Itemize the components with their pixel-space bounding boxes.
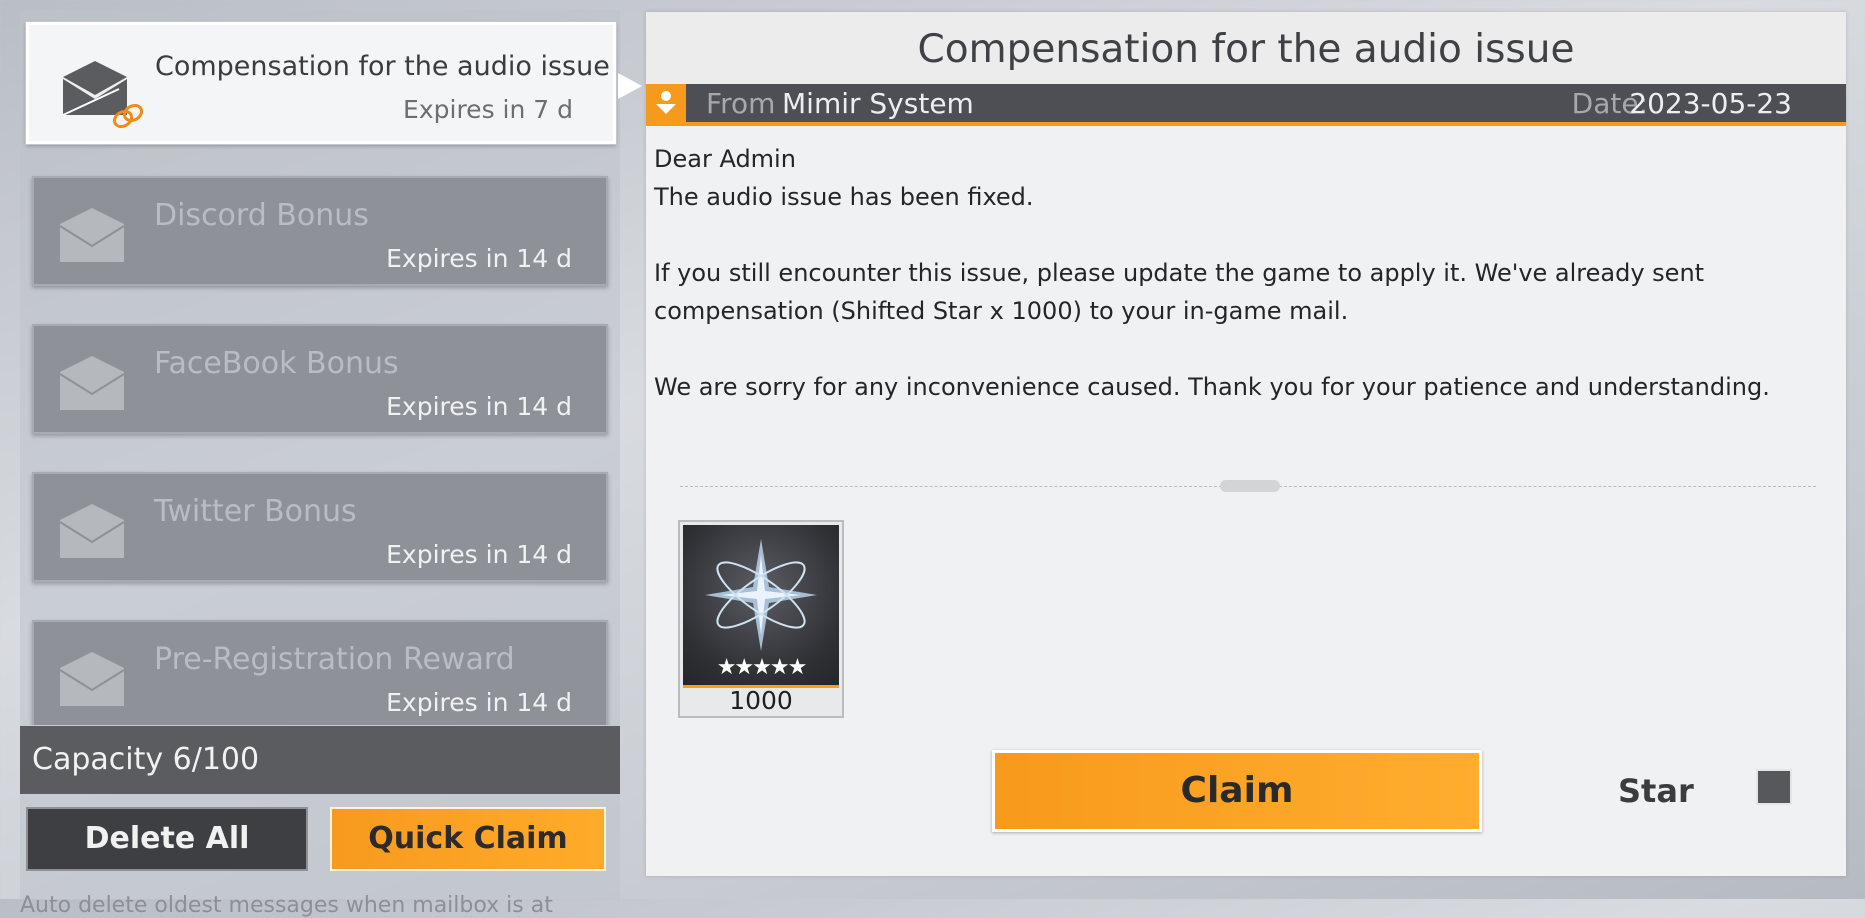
from-label: From [706,87,776,120]
rarity-stars: ★★★★★ [716,655,808,680]
divider-knob [1220,480,1280,492]
shifted-star-icon: ★★★★★ [683,525,839,688]
body-line: We are sorry for any inconvenience cause… [654,373,1770,401]
mail-item-facebook[interactable]: FaceBook Bonus Expires in 14 d [32,324,608,434]
person-icon [646,84,686,122]
mail-item-compensation[interactable]: Compensation for the audio issue Expires… [25,21,617,145]
mail-title: Pre-Registration Reward [154,642,515,677]
sender-bar: From Mimir System Date: 2023-05-23 [646,84,1846,126]
auto-delete-note: Auto delete oldest messages when mailbox… [20,893,553,918]
mail-item-pre-registration[interactable]: Pre-Registration Reward Expires in 14 d [32,620,608,725]
sender-name: Mimir System [782,87,974,120]
envelope-icon [59,208,125,262]
mail-detail-title: Compensation for the audio issue [646,12,1846,84]
envelope-icon [59,504,125,558]
body-line: The audio issue has been fixed. [654,183,1034,211]
paperclip-icon [112,103,144,129]
star-checkbox[interactable] [1756,769,1792,805]
star-label: Star [1618,772,1694,810]
mail-list[interactable]: Compensation for the audio issue Expires… [20,10,620,725]
envelope-icon [59,652,125,706]
mail-expiry: Expires in 14 d [386,392,572,421]
mail-title: Compensation for the audio issue [155,51,610,82]
quick-claim-button[interactable]: Quick Claim [330,807,606,871]
mail-expiry: Expires in 14 d [386,688,572,717]
selection-arrow-icon [618,73,642,99]
body-line: compensation (Shifted Star x 1000) to yo… [654,297,1349,325]
claim-button[interactable]: Claim [992,750,1482,832]
mail-title: FaceBook Bonus [154,346,399,381]
mail-list-panel: Compensation for the audio issue Expires… [20,10,620,918]
mail-item-discord[interactable]: Discord Bonus Expires in 14 d [32,176,608,286]
envelope-icon [59,356,125,410]
body-line: If you still encounter this issue, pleas… [654,259,1705,287]
mail-expiry: Expires in 14 d [386,244,572,273]
mail-expiry: Expires in 14 d [386,540,572,569]
date-value: 2023-05-23 [1629,87,1792,120]
delete-all-button[interactable]: Delete All [26,807,308,871]
mail-title: Twitter Bonus [154,494,357,529]
mail-body: Dear Admin The audio issue has been fixe… [654,140,1834,406]
mail-detail-panel: Compensation for the audio issue From Mi… [646,12,1846,876]
mail-title: Discord Bonus [154,198,369,233]
body-line: Dear Admin [654,145,796,173]
reward-count: 1000 [729,686,793,715]
mail-expiry: Expires in 7 d [403,95,573,124]
reward-item[interactable]: ★★★★★ 1000 [678,520,844,718]
capacity-label: Capacity 6/100 [20,726,620,794]
mail-item-twitter[interactable]: Twitter Bonus Expires in 14 d [32,472,608,582]
